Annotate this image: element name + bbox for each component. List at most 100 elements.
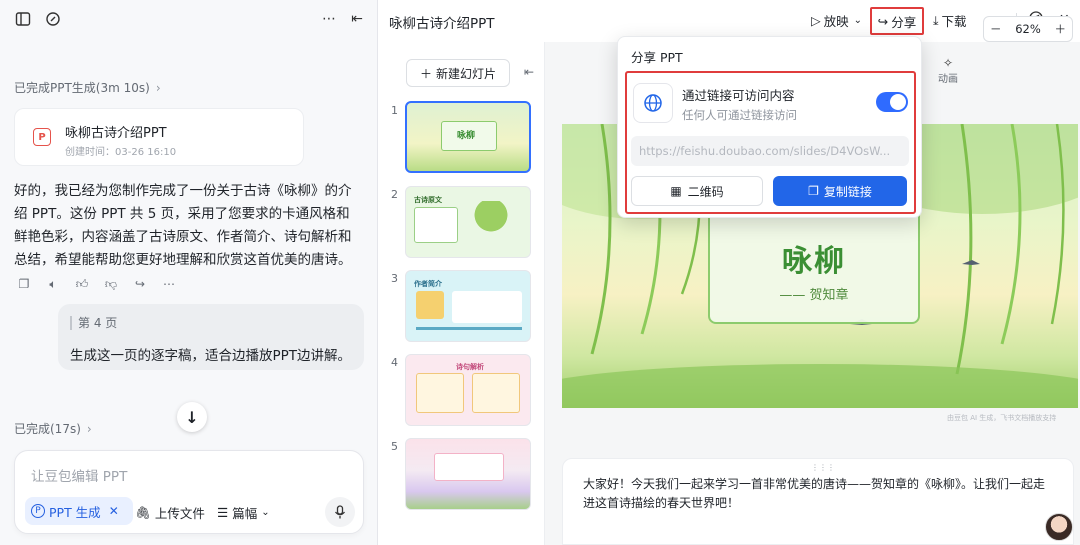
done-status[interactable]: 已完成(17s) › [14, 420, 92, 437]
chevron-down-icon: ⌄ [261, 507, 270, 518]
slide-thumbnails-panel: ＋ 新建幻灯片 ⇤ 1 咏柳 2 古诗原文 3 作者简介 4 诗句解析 5 [379, 42, 545, 545]
slide-thumbnail-5[interactable] [405, 438, 531, 510]
slide-number: 5 [391, 440, 398, 453]
new-chat-icon[interactable] [44, 10, 62, 28]
thumb-tree-image [466, 201, 516, 241]
thumb-title: 古诗原文 [414, 196, 442, 204]
chat-panel: ⋯ ⇤ 已完成PPT生成(3m 10s) › P 咏柳古诗介绍PPT 创建时间：0… [0, 0, 378, 545]
animation-button[interactable]: ✧ 动画 [933, 56, 963, 85]
file-created-time: 创建时间：03-26 16:10 [65, 147, 177, 158]
zoom-control: － 62% ＋ [983, 16, 1073, 42]
slide-author: —— 贺知章 [779, 288, 849, 303]
present-button[interactable]: ▷ 放映 ⌄ [811, 11, 862, 30]
more-icon[interactable]: ⋯ [161, 276, 177, 292]
thumb-title: 作者简介 [414, 280, 442, 288]
zoom-in-button[interactable]: ＋ [1055, 21, 1067, 37]
share-icon[interactable]: ↪ [132, 276, 148, 292]
zoom-level: 62% [1015, 22, 1041, 36]
thumb-title: 诗句解析 [456, 363, 484, 371]
thumb-title: 咏柳 [457, 131, 476, 141]
thumb-portrait [416, 291, 444, 319]
plus-icon: ＋ [419, 66, 432, 81]
microphone-button[interactable] [325, 497, 355, 527]
thumbs-up-icon[interactable]: 👍︎ [74, 276, 90, 292]
zoom-out-button[interactable]: － [990, 21, 1002, 37]
document-title: 咏柳古诗介绍PPT [389, 16, 495, 32]
ppt-file-card[interactable]: P 咏柳古诗介绍PPT 创建时间：03-26 16:10 [14, 108, 304, 166]
speaker-notes[interactable]: ⋮⋮⋮ 大家好！今天我们一起来学习一首非常优美的唐诗——贺知章的《咏柳》。让我们… [562, 458, 1074, 545]
share-icon: ↪ [877, 13, 889, 29]
user-message-text: 生成这一页的逐字稿，适合边播放PPT边讲解。 [70, 348, 352, 364]
play-icon: ▷ [811, 13, 821, 28]
thumb-text-box [434, 453, 504, 481]
qr-code-button[interactable]: ▦ 二维码 [631, 176, 763, 206]
qr-code-icon: ▦ [670, 184, 682, 198]
copy-icon: ❐ [808, 184, 819, 198]
link-access-desc: 任何人可通过链接访问 [682, 108, 797, 122]
chevron-down-icon: ⌄ [853, 15, 863, 26]
length-select[interactable]: ☰ 篇幅 ⌄ [217, 503, 270, 522]
globe-icon [633, 83, 673, 123]
paperclip-icon: 🖇︎ [135, 504, 151, 520]
close-icon[interactable]: ✕ [109, 504, 119, 518]
share-url-field[interactable]: https://feishu.doubao.com/slides/D4VOsW.… [631, 136, 909, 166]
share-label: 分享 [891, 14, 917, 30]
thumb-text-box [414, 207, 458, 243]
download-button[interactable]: ⤓ 下载 [933, 11, 967, 30]
slide-title-card[interactable]: 咏柳 —— 贺知章 [708, 208, 920, 324]
share-popover: 分享 PPT 通过链接可访问内容 任何人可通过链接访问 https://feis… [617, 36, 922, 218]
ai-watermark: 由豆包 AI 生成，飞书文档播放支持 [947, 414, 1057, 422]
share-button[interactable]: ↪ 分享 [870, 7, 924, 35]
generation-status-text: 已完成PPT生成(3m 10s) [14, 81, 150, 95]
slide-thumbnail-4[interactable]: 诗句解析 [405, 354, 531, 426]
thumb-text-box [452, 291, 522, 323]
thumb-card-right [472, 373, 520, 413]
ppt-file-icon: P [33, 128, 51, 146]
user-message-bubble: 第 4 页 生成这一页的逐字稿，适合边播放PPT边讲解。 [58, 304, 364, 370]
collapse-thumbnails-icon[interactable]: ⇤ [524, 65, 534, 79]
message-composer[interactable]: 让豆包编辑 PPT P PPT 生成 ✕ 🖇︎ 上传文件 ☰ 篇幅 ⌄ [14, 450, 364, 534]
download-icon: ⤓ [933, 12, 939, 28]
scroll-down-button[interactable]: ↓ [177, 402, 207, 432]
drag-handle-icon[interactable]: ⋮⋮⋮ [811, 463, 835, 472]
assistant-avatar[interactable] [1045, 513, 1073, 541]
link-access-heading: 通过链接可访问内容 [682, 88, 795, 103]
slide-thumbnail-2[interactable]: 古诗原文 [405, 186, 531, 258]
thumb-divider [416, 327, 522, 330]
chevron-right-icon: › [86, 422, 92, 436]
slide-thumbnail-3[interactable]: 作者简介 [405, 270, 531, 342]
share-link-section: 通过链接可访问内容 任何人可通过链接访问 https://feishu.doub… [625, 71, 916, 214]
chat-toolbar: ⋯ ⇤ [14, 10, 363, 32]
assistant-reply: 好的，我已经为您制作完成了一份关于古诗《咏柳》的介绍 PPT。这份 PPT 共 … [14, 183, 352, 268]
popover-title: 分享 PPT [631, 50, 683, 65]
chevron-right-icon: › [155, 81, 161, 95]
copy-icon[interactable]: ❐ [16, 276, 32, 292]
slide-number: 2 [391, 188, 398, 201]
slide-thumbnail-1[interactable]: 咏柳 [405, 101, 531, 173]
more-icon[interactable]: ⋯ [320, 10, 338, 28]
link-access-toggle[interactable] [876, 92, 908, 112]
slide-number: 3 [391, 272, 398, 285]
microphone-icon [334, 505, 346, 519]
composer-input[interactable]: 让豆包编辑 PPT [31, 465, 127, 485]
download-label: 下载 [941, 14, 967, 29]
slide-number: 4 [391, 356, 398, 369]
qr-code-label: 二维码 [687, 184, 724, 199]
ppt-icon: P [31, 504, 45, 518]
length-label: 篇幅 [232, 506, 258, 521]
notes-text[interactable]: 大家好！今天我们一起来学习一首非常优美的唐诗——贺知章的《咏柳》。让我们一起走进… [583, 475, 1053, 513]
length-icon: ☰ [217, 505, 229, 520]
new-slide-label: 新建幻灯片 [436, 66, 497, 81]
collapse-panel-icon[interactable]: ⇤ [348, 10, 366, 28]
ppt-generate-chip[interactable]: P PPT 生成 ✕ [25, 497, 133, 525]
slide-title: 咏柳 [782, 244, 846, 279]
thumbs-down-icon[interactable]: 👎︎ [103, 276, 119, 292]
generation-status[interactable]: 已完成PPT生成(3m 10s) › [14, 79, 161, 96]
slide-number: 1 [391, 104, 398, 117]
upload-file-button[interactable]: 🖇︎ 上传文件 [135, 503, 205, 522]
animation-label: 动画 [938, 74, 958, 85]
sidebar-toggle-icon[interactable] [14, 10, 32, 28]
speaker-icon[interactable]: 🔈︎ [45, 276, 61, 292]
new-slide-button[interactable]: ＋ 新建幻灯片 [406, 59, 510, 87]
copy-link-button[interactable]: ❐ 复制链接 [773, 176, 907, 206]
